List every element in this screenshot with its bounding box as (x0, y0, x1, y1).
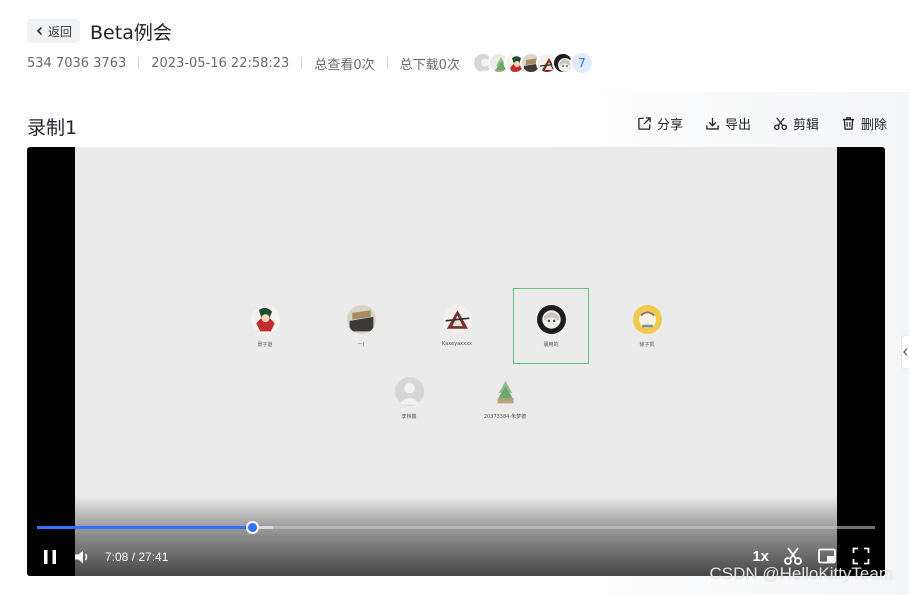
participant-name: 20373384-朱梦德 (483, 413, 527, 420)
export-button[interactable]: 导出 (705, 114, 751, 133)
topbar: 返回 Beta例会 (27, 18, 172, 44)
scissors-icon (773, 117, 788, 131)
scissors-icon[interactable] (783, 546, 803, 566)
video-player[interactable]: 景子道 一) Kaxeyaxxxx 晨用的 徐子凯 李林鑫 20373384-朱… (27, 147, 885, 576)
picture-in-picture-icon[interactable] (817, 546, 837, 566)
yellow-avatar-icon (632, 304, 662, 334)
warrior-avatar-icon (250, 304, 280, 334)
participant-tile: 一) (323, 288, 399, 364)
fullscreen-icon[interactable] (851, 546, 871, 566)
playback-time: 7:08 / 27:41 (105, 550, 168, 564)
delete-button[interactable]: 删除 (841, 114, 887, 133)
side-panel-toggle[interactable] (901, 335, 909, 369)
current-time: 7:08 (105, 550, 129, 564)
share-label: 分享 (656, 118, 683, 133)
divider (301, 57, 303, 69)
recording-actions: 分享 导出 剪辑 删除 (637, 114, 887, 133)
meeting-datetime: 2023-05-16 22:58:23 (151, 55, 290, 71)
playback-speed-button[interactable]: 1x (752, 548, 769, 565)
watermark: CSDN @HelloKittyTeam (709, 564, 893, 583)
cat-avatar-icon (346, 304, 376, 334)
progress-handle[interactable] (245, 521, 259, 534)
character-avatar-icon (442, 305, 472, 334)
delete-label: 删除 (860, 118, 887, 133)
pause-icon[interactable] (41, 548, 59, 566)
share-icon (638, 117, 651, 130)
participant-name: 李林鑫 (401, 413, 417, 420)
participant-name: 一) (357, 341, 365, 348)
meeting-meta: 534 7036 3763 2023-05-16 22:58:23 总查看0次 … (27, 50, 594, 76)
plant-avatar-icon (490, 376, 520, 406)
trash-icon (842, 117, 855, 130)
participant-avatars[interactable]: 7 (471, 51, 594, 75)
share-button[interactable]: 分享 (637, 114, 683, 133)
participant-name: Kaxeyaxxxx (442, 341, 472, 347)
participant-tile-active-speaker: 晨用的 (513, 288, 589, 364)
back-button[interactable]: 返回 (27, 19, 81, 43)
controls-right: 1x (752, 546, 871, 566)
divider (386, 57, 388, 69)
total-time: 27:41 (138, 550, 169, 564)
page-title: Beta例会 (90, 21, 172, 44)
participant-name: 晨用的 (543, 341, 559, 348)
grey-avatar-icon (394, 376, 424, 406)
downloads-count: 总下载0次 (399, 57, 460, 73)
chevron-left-icon (36, 26, 43, 36)
participant-tile: 20373384-朱梦德 (467, 360, 543, 436)
participant-tile: 徐子凯 (609, 288, 685, 364)
participant-tile: Kaxeyaxxxx (419, 288, 495, 364)
participant-name: 徐子凯 (639, 341, 655, 348)
divider (138, 57, 140, 69)
more-participants-count[interactable]: 7 (569, 51, 594, 75)
time-separator: / (128, 550, 139, 564)
participant-tile: 李林鑫 (371, 360, 447, 436)
export-label: 导出 (724, 118, 751, 133)
views-count: 总查看0次 (314, 57, 375, 73)
meeting-id: 534 7036 3763 (27, 55, 127, 71)
volume-icon[interactable] (73, 548, 91, 566)
progress-bar[interactable] (37, 521, 875, 534)
progress-played (37, 526, 252, 529)
edit-label: 剪辑 (792, 118, 819, 133)
participant-tile: 景子道 (227, 288, 303, 364)
recording-title: 录制1 (27, 117, 78, 139)
controls-left: 7:08 / 27:41 (41, 548, 168, 566)
download-icon (706, 117, 719, 130)
back-label: 返回 (48, 24, 73, 39)
edit-button[interactable]: 剪辑 (773, 114, 819, 133)
anime-avatar-icon (536, 304, 566, 334)
participant-name: 景子道 (257, 341, 273, 348)
chevron-left-icon (903, 348, 908, 356)
